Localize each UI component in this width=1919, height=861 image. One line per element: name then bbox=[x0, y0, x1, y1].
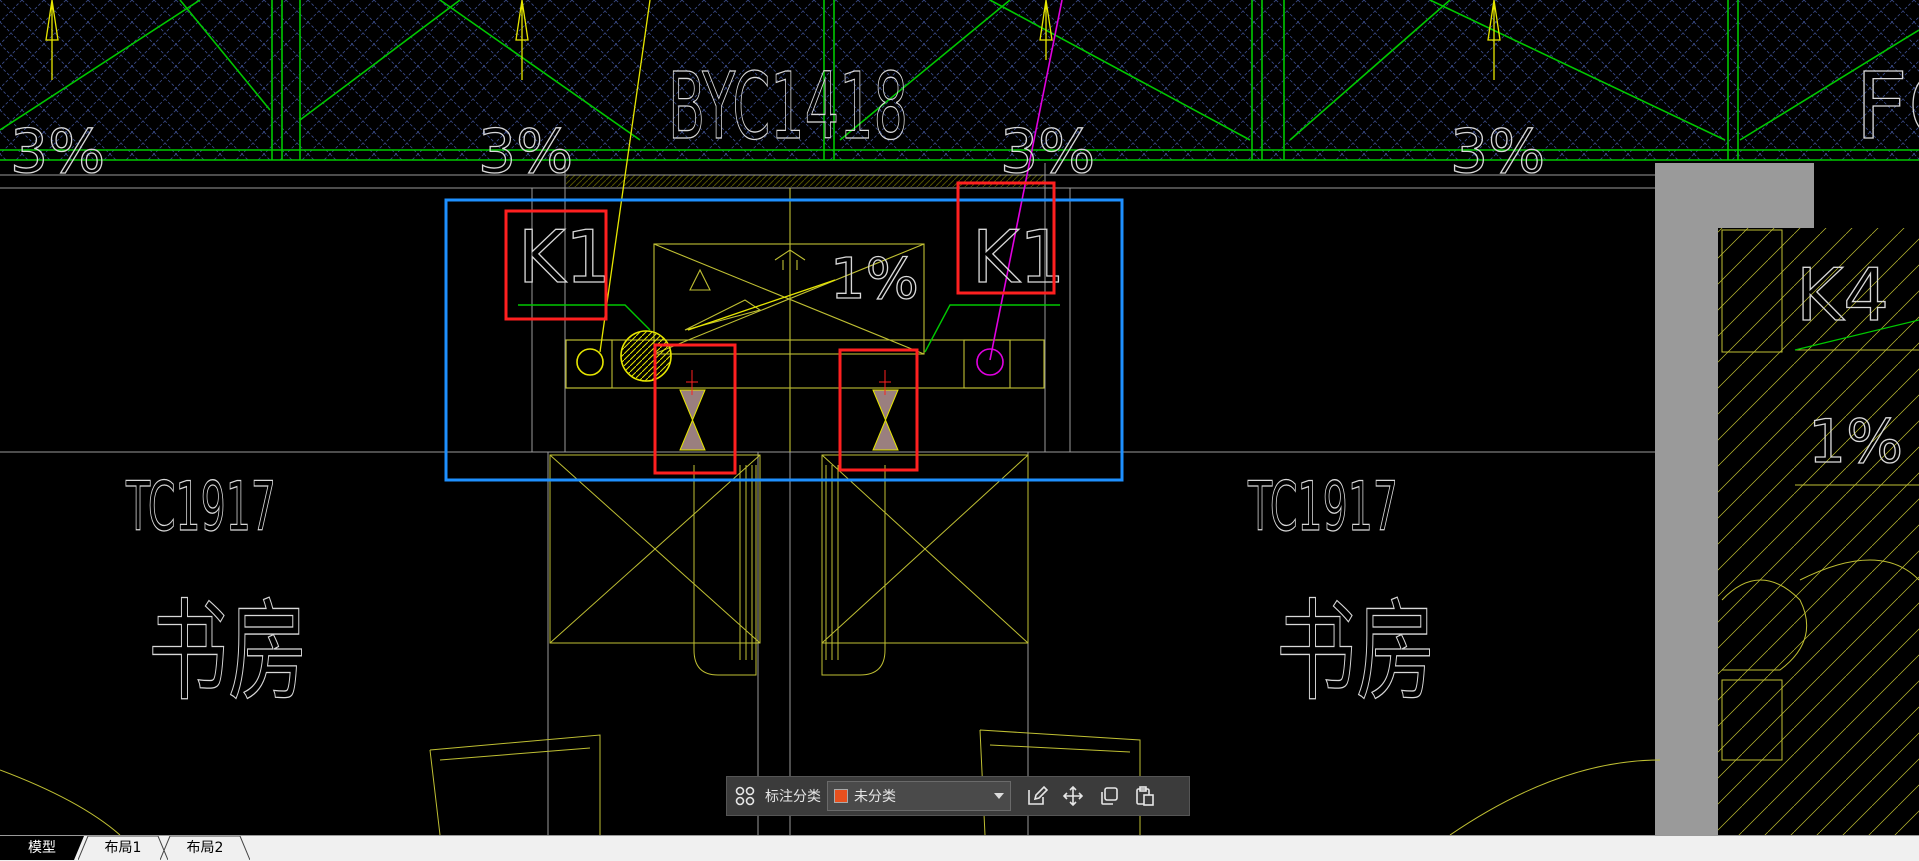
roof-hatch-band bbox=[0, 0, 1919, 161]
tab-layout1[interactable]: 布局1 bbox=[78, 836, 168, 860]
category-value: 未分类 bbox=[854, 789, 896, 805]
slope-label-2: 3% bbox=[478, 117, 573, 187]
window-label-top: BYC1418 bbox=[668, 53, 908, 160]
slope-label-3: 3% bbox=[1000, 117, 1095, 187]
window-label-right: TC1917 bbox=[1247, 468, 1398, 547]
tab-model[interactable]: 模型 bbox=[0, 836, 84, 860]
partial-label-right: FC bbox=[1855, 53, 1919, 160]
room-name-right: 书房 bbox=[1276, 588, 1436, 716]
paste-icon[interactable] bbox=[1127, 778, 1163, 814]
slope-label-box: 1% bbox=[830, 247, 919, 312]
edit-icon[interactable] bbox=[1019, 778, 1055, 814]
slope-label-1: 3% bbox=[10, 117, 105, 187]
unit-label-k1-left: K1 bbox=[518, 215, 611, 299]
room-name-left: 书房 bbox=[148, 588, 308, 716]
category-dropdown[interactable]: 未分类 bbox=[827, 781, 1011, 811]
slope-label-right: 1% bbox=[1808, 407, 1903, 477]
tab-layout2[interactable]: 布局2 bbox=[160, 836, 250, 860]
chevron-down-icon bbox=[994, 793, 1004, 799]
cad-drawing-canvas[interactable]: BYC1418 3% 3% 3% 3% FC K1 K1 K4 1% 1% TC… bbox=[0, 0, 1919, 835]
unit-label-k4: K4 bbox=[1796, 253, 1889, 337]
category-color-swatch bbox=[834, 789, 848, 803]
category-label: 标注分类 bbox=[765, 789, 821, 805]
move-icon[interactable] bbox=[1055, 778, 1091, 814]
layout-tab-bar: 模型 布局1 布局2 bbox=[0, 835, 1919, 861]
grid-icon[interactable] bbox=[727, 778, 763, 814]
balcony-hatch bbox=[566, 175, 1044, 187]
unit-label-k1-right: K1 bbox=[972, 215, 1065, 299]
slope-label-4: 3% bbox=[1450, 117, 1545, 187]
annotation-toolbar: 标注分类 未分类 bbox=[726, 776, 1190, 816]
window-label-left: TC1917 bbox=[125, 468, 276, 547]
copy-icon[interactable] bbox=[1091, 778, 1127, 814]
